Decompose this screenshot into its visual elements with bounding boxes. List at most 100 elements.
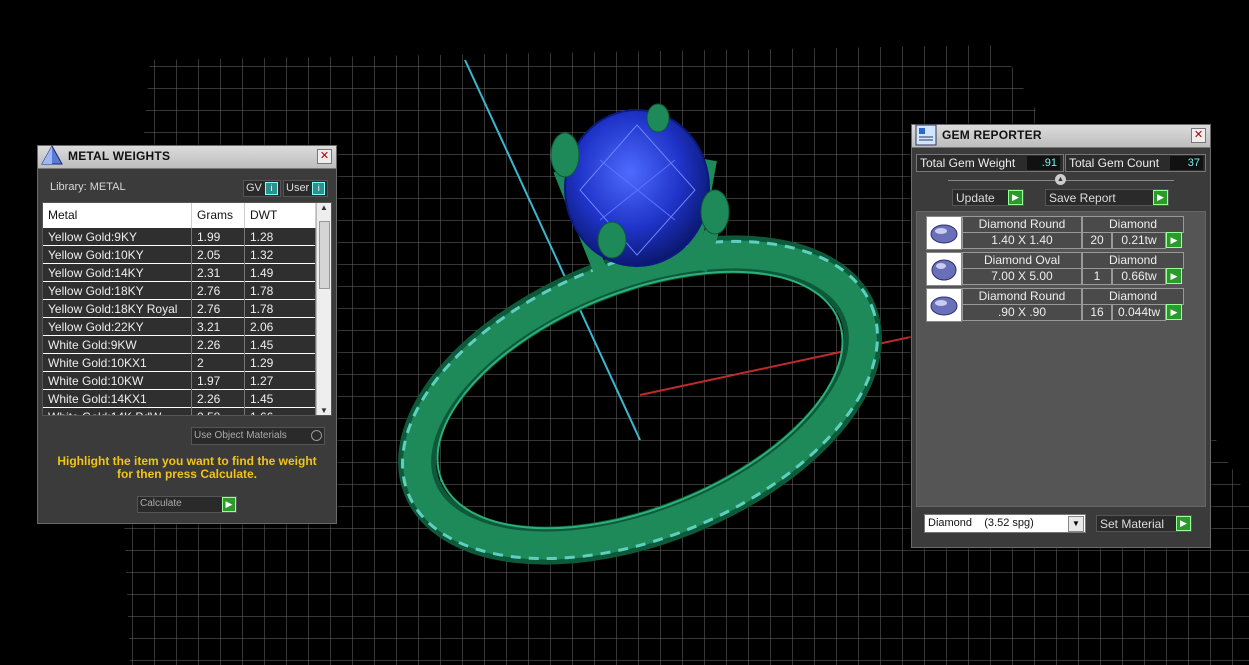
material-select-value: Diamond (3.52 spg)	[928, 517, 1034, 529]
gem-shape: Diamond Oval	[962, 252, 1082, 269]
dwt-value: 1.28	[244, 227, 316, 246]
oval-diamond-icon	[926, 252, 962, 286]
panel-title: GEM REPORTER	[942, 128, 1042, 142]
grams-value: 2.31	[191, 263, 245, 282]
dwt-value: 1.66	[244, 407, 316, 415]
gv-toggle[interactable]: GV i	[243, 180, 281, 197]
chevron-down-icon[interactable]: ▼	[1068, 516, 1084, 532]
grams-value: 2.26	[191, 389, 245, 408]
hint-text: Highlight the item you want to find the …	[38, 455, 336, 481]
panel-title: METAL WEIGHTS	[68, 149, 171, 163]
dwt-value: 1.45	[244, 389, 316, 408]
gem-shape: Diamond Round	[962, 288, 1082, 305]
gem-size: 7.00 X 5.00	[962, 268, 1082, 285]
table-row[interactable]: Yellow Gold:9KY 1.99 1.28	[43, 227, 316, 246]
user-label: User	[286, 182, 310, 194]
info-icon: i	[312, 182, 326, 195]
green-arrow-icon: ▶	[1008, 190, 1023, 205]
green-arrow-icon[interactable]: ▶	[1166, 268, 1182, 284]
radio-icon	[311, 430, 322, 441]
total-gem-weight-field: Total Gem Weight .91	[916, 154, 1064, 172]
library-label: Library: METAL	[50, 181, 126, 193]
column-header-dwt[interactable]: DWT	[244, 203, 316, 228]
dwt-value: 1.29	[244, 353, 316, 372]
set-material-button[interactable]: Set Material ▶	[1096, 515, 1192, 532]
save-report-label: Save Report	[1049, 191, 1116, 205]
gem-row[interactable]: Diamond Round Diamond .90 X .90 16 0.044…	[926, 288, 1184, 322]
scroll-up-icon[interactable]: ▲	[317, 203, 331, 212]
gem-shape: Diamond Round	[962, 216, 1082, 233]
total-gem-weight-label: Total Gem Weight	[920, 156, 1016, 170]
green-arrow-icon[interactable]: ▶	[1166, 304, 1182, 320]
metal-weights-titlebar[interactable]: METAL WEIGHTS ✕	[38, 144, 336, 169]
user-toggle[interactable]: User i	[283, 180, 329, 197]
green-arrow-icon: ▶	[1176, 516, 1191, 531]
scroll-thumb[interactable]	[319, 221, 330, 289]
table-scrollbar[interactable]: ▲ ▼	[316, 203, 331, 415]
table-row[interactable]: Yellow Gold:10KY 2.05 1.32	[43, 245, 316, 264]
set-material-label: Set Material	[1100, 517, 1165, 531]
column-header-grams[interactable]: Grams	[191, 203, 245, 228]
metal-name: Yellow Gold:22KY	[43, 317, 192, 336]
total-gem-count-field: Total Gem Count 37	[1065, 154, 1206, 172]
close-icon[interactable]: ✕	[317, 149, 332, 164]
total-gem-count-value: 37	[1170, 156, 1203, 170]
round-diamond-icon	[926, 216, 962, 250]
gem-material: Diamond	[1082, 216, 1184, 233]
metal-name: White Gold:9KW	[43, 335, 192, 354]
metal-name: Yellow Gold:14KY	[43, 263, 192, 282]
calculate-label: Calculate	[140, 498, 182, 509]
grams-value: 2.05	[191, 245, 245, 264]
use-object-materials-label: Use Object Materials	[194, 430, 287, 441]
hint-line-2: for then press Calculate.	[116, 467, 258, 481]
grams-value: 1.97	[191, 371, 245, 390]
gem-row[interactable]: Diamond Oval Diamond 7.00 X 5.00 1 0.66t…	[926, 252, 1184, 286]
gem-reporter-titlebar[interactable]: GEM REPORTER ✕	[912, 124, 1210, 148]
grams-value: 3.21	[191, 317, 245, 336]
gem-report-icon	[915, 124, 937, 146]
gem-count: 16	[1082, 304, 1112, 321]
table-row[interactable]: Yellow Gold:18KY Royal 2.76 1.78	[43, 299, 316, 318]
gem-size: .90 X .90	[962, 304, 1082, 321]
table-row[interactable]: Yellow Gold:18KY 2.76 1.78	[43, 281, 316, 300]
table-row[interactable]: White Gold:10KX1 2 1.29	[43, 353, 316, 372]
use-object-materials-button[interactable]: Use Object Materials	[191, 427, 325, 445]
grams-value: 1.99	[191, 227, 245, 246]
dwt-value: 1.49	[244, 263, 316, 282]
column-header-metal[interactable]: Metal	[43, 203, 192, 228]
table-row[interactable]: White Gold:14KX1 2.26 1.45	[43, 389, 316, 408]
metal-name: Yellow Gold:18KY	[43, 281, 192, 300]
chevron-up-icon[interactable]: ▲	[1055, 174, 1066, 185]
green-arrow-icon[interactable]: ▶	[1166, 232, 1182, 248]
table-row[interactable]: Yellow Gold:14KY 2.31 1.49	[43, 263, 316, 282]
info-icon: i	[264, 182, 278, 195]
oval-gem[interactable]	[564, 109, 710, 267]
table-row[interactable]: White Gold:9KW 2.26 1.45	[43, 335, 316, 354]
metal-weights-panel: METAL WEIGHTS ✕ Library: METAL GV i User…	[37, 144, 337, 524]
gem-weight: 0.66tw	[1112, 268, 1166, 285]
divider-handle[interactable]: ▲	[948, 174, 1174, 185]
metal-name: White Gold:10KW	[43, 371, 192, 390]
metal-name: White Gold:14K PdW	[43, 407, 192, 415]
update-label: Update	[956, 191, 995, 205]
update-button[interactable]: Update ▶	[952, 189, 1024, 206]
close-icon[interactable]: ✕	[1191, 128, 1206, 143]
table-row[interactable]: White Gold:10KW 1.97 1.27	[43, 371, 316, 390]
metal-name: White Gold:10KX1	[43, 353, 192, 372]
gem-reporter-panel: GEM REPORTER ✕ Total Gem Weight .91 Tota…	[911, 124, 1211, 548]
gem-size: 1.40 X 1.40	[962, 232, 1082, 249]
save-report-button[interactable]: Save Report ▶	[1045, 189, 1169, 206]
calculate-button[interactable]: Calculate ▶	[137, 496, 237, 513]
gem-row[interactable]: Diamond Round Diamond 1.40 X 1.40 20 0.2…	[926, 216, 1184, 250]
table-row[interactable]: Yellow Gold:22KY 3.21 2.06	[43, 317, 316, 336]
dwt-value: 1.45	[244, 335, 316, 354]
metal-name: Yellow Gold:18KY Royal	[43, 299, 192, 318]
gv-label: GV	[246, 182, 262, 194]
metal-name: Yellow Gold:9KY	[43, 227, 192, 246]
table-row[interactable]: White Gold:14K PdW2.581.66	[43, 407, 316, 415]
grams-value: 2.76	[191, 299, 245, 318]
scroll-down-icon[interactable]: ▼	[317, 406, 331, 415]
metal-name: Yellow Gold:10KY	[43, 245, 192, 264]
material-select[interactable]: Diamond (3.52 spg) ▼	[924, 514, 1086, 533]
dwt-value: 1.27	[244, 371, 316, 390]
